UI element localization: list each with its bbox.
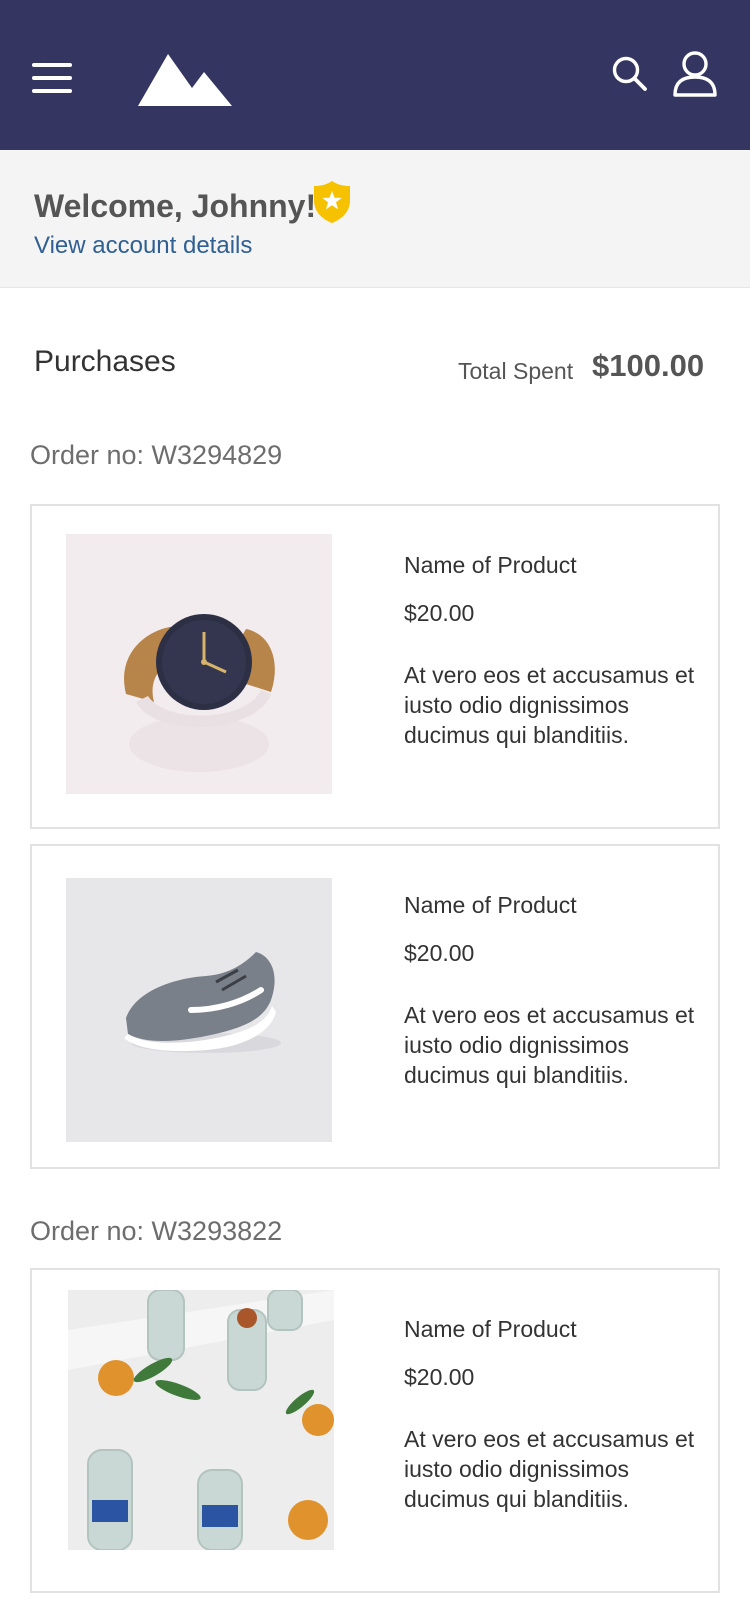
- user-profile-icon[interactable]: [672, 50, 718, 98]
- product-card[interactable]: Name of Product $20.00 At vero eos et ac…: [30, 504, 720, 829]
- menu-line: [32, 76, 72, 80]
- product-description: At vero eos et accusamus et iusto odio d…: [404, 1002, 695, 1088]
- water-bottles-oranges-product-image: [68, 1290, 334, 1550]
- product-description: At vero eos et accusamus et iusto odio d…: [404, 662, 695, 748]
- sneaker-product-image: [66, 878, 332, 1142]
- top-navigation-bar: [0, 0, 750, 150]
- hamburger-menu-icon[interactable]: [32, 60, 72, 96]
- total-spent-label: Total Spent: [458, 358, 574, 384]
- total-spent-value: $100.00: [592, 348, 705, 383]
- order-number: Order no: W3293822: [30, 1216, 283, 1246]
- product-card[interactable]: Name of Product $20.00 At vero eos et ac…: [30, 844, 720, 1169]
- order-number: Order no: W3294829: [30, 440, 283, 470]
- product-name[interactable]: Name of Product: [404, 1316, 577, 1343]
- search-icon[interactable]: [610, 54, 650, 94]
- product-price: $20.00: [404, 940, 475, 966]
- product-card[interactable]: Name of Product $20.00 At vero eos et ac…: [30, 1268, 720, 1593]
- gold-member-badge-icon: [314, 181, 350, 223]
- mountain-logo-icon[interactable]: [138, 50, 234, 108]
- welcome-heading: Welcome, Johnny!: [34, 188, 317, 224]
- menu-line: [32, 89, 72, 93]
- product-description: At vero eos et accusamus et iusto odio d…: [404, 1426, 695, 1512]
- purchases-heading: Purchases: [34, 345, 176, 378]
- menu-line: [32, 63, 72, 67]
- view-account-details-link[interactable]: View account details: [34, 232, 252, 260]
- welcome-banner: Welcome, Johnny! View account details: [0, 150, 750, 288]
- product-name[interactable]: Name of Product: [404, 552, 577, 579]
- product-price: $20.00: [404, 1364, 475, 1390]
- product-price: $20.00: [404, 600, 475, 626]
- account-page: Welcome, Johnny! View account details Pu…: [0, 0, 750, 1624]
- wristwatch-product-image: [66, 534, 332, 794]
- product-name[interactable]: Name of Product: [404, 892, 577, 919]
